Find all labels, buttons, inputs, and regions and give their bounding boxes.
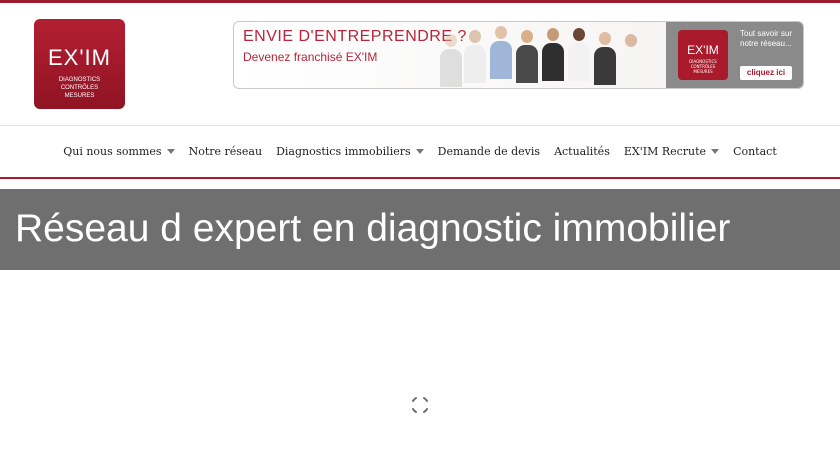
logo-wordmark: EX'IM bbox=[48, 45, 111, 70]
banner-side-panel: EX'IM DIAGNOSTICS CONTRÔLES MESURES Tout… bbox=[666, 22, 803, 88]
caret-down-icon bbox=[166, 149, 175, 154]
nav-item-diagnostics-immobiliers[interactable]: Diagnostics immobiliers bbox=[269, 145, 431, 158]
nav-item-qui-nous-sommes[interactable]: Qui nous sommes bbox=[56, 145, 181, 158]
franchise-banner[interactable]: ENVIE D'ENTREPRENDRE ? Devenez franchisé… bbox=[233, 21, 804, 89]
nav-item-actualites[interactable]: Actualités bbox=[547, 145, 617, 158]
page-title: Réseau d expert en diagnostic immobilier bbox=[15, 207, 731, 250]
spinner-icon bbox=[412, 397, 428, 413]
hero-banner: Réseau d expert en diagnostic immobilier bbox=[0, 189, 840, 270]
site-logo[interactable]: EX'IM DIAGNOSTICS CONTRÔLES MESURES bbox=[34, 19, 125, 109]
nav-item-demande-de-devis[interactable]: Demande de devis bbox=[431, 145, 547, 158]
top-accent-strip bbox=[0, 0, 840, 3]
banner-side-text: Tout savoir sur notre réseau... bbox=[740, 29, 793, 48]
logo-tagline: DIAGNOSTICS CONTRÔLES MESURES bbox=[58, 77, 101, 99]
nav-item-notre-reseau[interactable]: Notre réseau bbox=[182, 145, 270, 158]
nav-item-exim-recrute[interactable]: EX'IM Recrute bbox=[617, 145, 726, 158]
banner-cta-button[interactable]: cliquez ici bbox=[740, 66, 792, 80]
nav-item-contact[interactable]: Contact bbox=[726, 145, 784, 158]
caret-down-icon bbox=[415, 149, 424, 154]
caret-down-icon bbox=[711, 149, 720, 154]
banner-subtitle: Devenez franchisé EX'IM bbox=[243, 50, 378, 64]
main-nav: Qui nous sommes Notre réseau Diagnostics… bbox=[0, 126, 840, 177]
banner-mini-logo: EX'IM DIAGNOSTICS CONTRÔLES MESURES bbox=[678, 30, 728, 80]
nav-bottom-rule bbox=[0, 177, 840, 179]
banner-people-image bbox=[434, 24, 664, 88]
